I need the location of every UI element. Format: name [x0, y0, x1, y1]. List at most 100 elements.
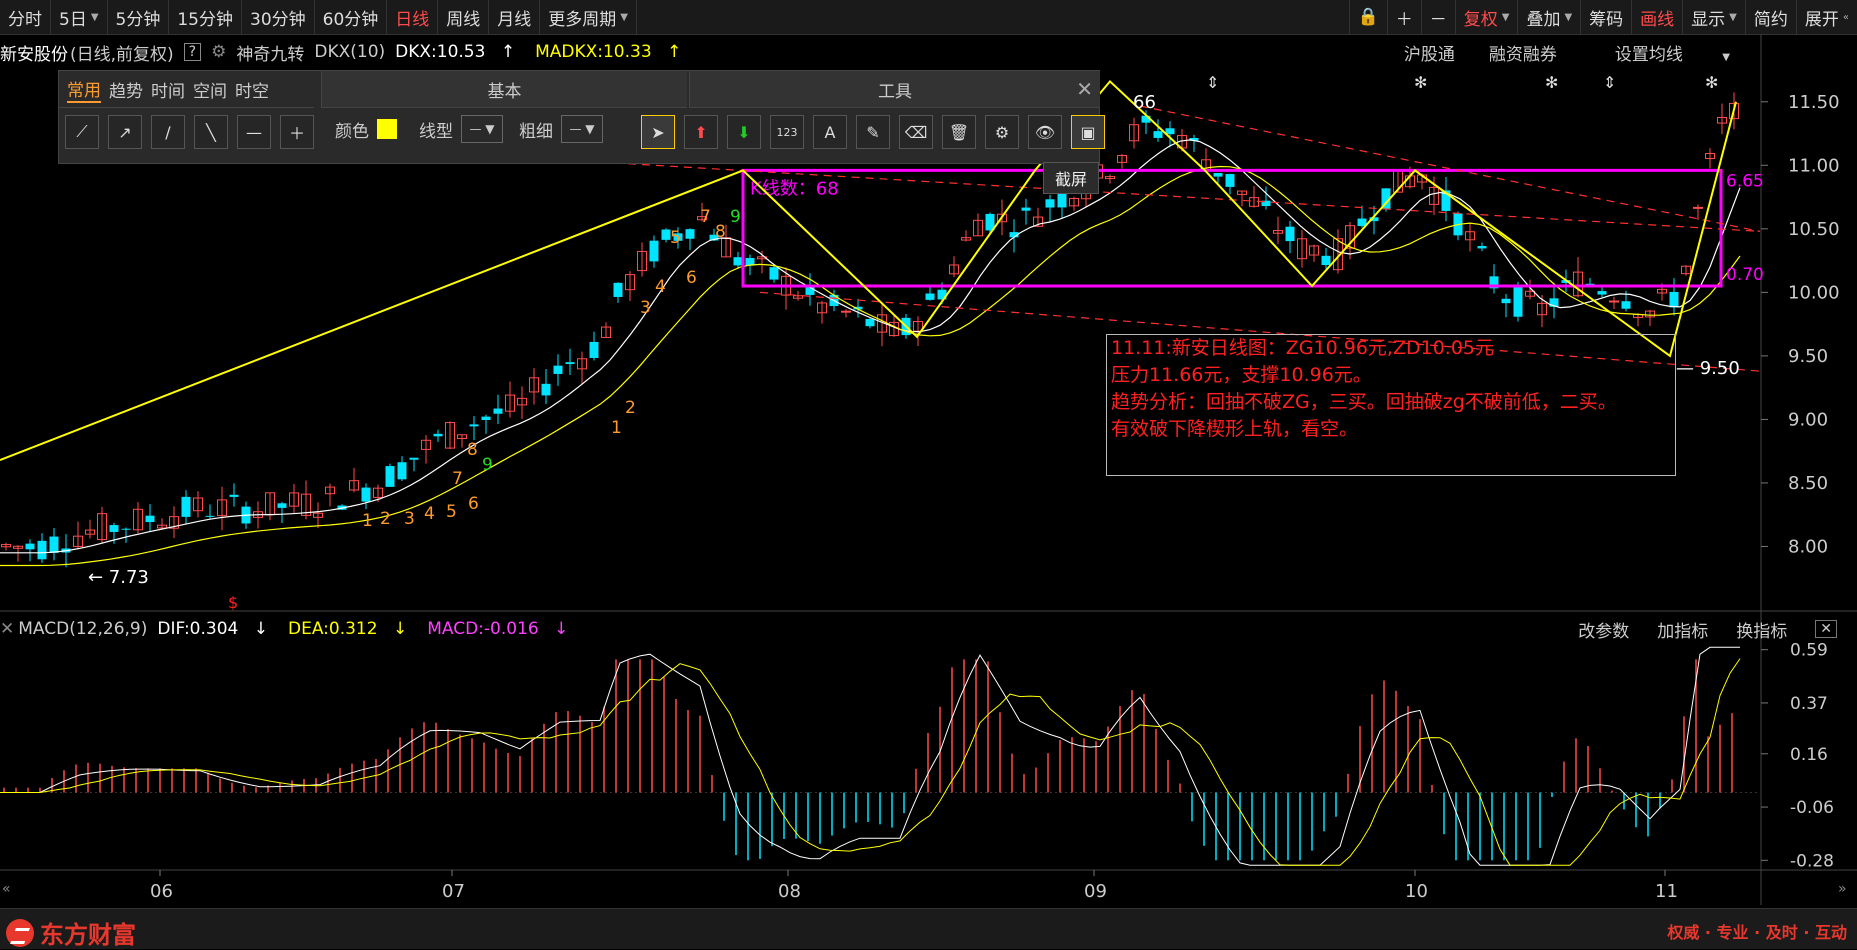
- signal-marker-icon: ⇕: [1206, 73, 1219, 92]
- settings-icon[interactable]: ⚙: [985, 115, 1019, 149]
- scroll-right-icon[interactable]: »: [1838, 881, 1847, 897]
- nine-turn-label: 1: [362, 511, 373, 531]
- candle-body: [1057, 193, 1067, 208]
- signal-marker-icon: ✻: [1705, 73, 1718, 92]
- reverse-line-icon[interactable]: ╲: [194, 115, 228, 149]
- macd-value-text: MACD:-0.016: [427, 619, 539, 639]
- ray-icon[interactable]: ↗: [108, 115, 142, 149]
- brand-name: 东方财富: [40, 921, 136, 949]
- line-type-label: 线型: [419, 121, 453, 142]
- macd-name[interactable]: MACD(12,26,9): [18, 619, 147, 639]
- signal-marker-icon: ✻: [1545, 73, 1558, 92]
- candle-body: [1045, 199, 1055, 208]
- down-arrow-icon[interactable]: ⬇: [727, 115, 761, 149]
- line-icon[interactable]: ∕: [151, 115, 185, 149]
- time-tick-label: 09: [1084, 881, 1107, 902]
- candle-body: [205, 515, 215, 517]
- screenshot-icon[interactable]: ▣: [1071, 115, 1105, 149]
- section-basic: 基本: [321, 71, 687, 108]
- candle-body: [1597, 291, 1607, 295]
- dif-value: DIF:0.304 ↓: [157, 619, 278, 639]
- tab-common[interactable]: 常用: [67, 76, 101, 103]
- candle-body: [865, 319, 875, 327]
- color-swatch[interactable]: [377, 119, 397, 139]
- crosshair-icon[interactable]: ＋: [280, 115, 314, 149]
- candle-body: [1153, 131, 1163, 138]
- candle-body: [397, 462, 407, 480]
- zs-right-label-1: 6.65: [1726, 171, 1764, 191]
- candle-body: [469, 424, 479, 427]
- macd-toggle-icon[interactable]: ✕: [0, 619, 14, 639]
- nine-turn-label: 9: [482, 455, 493, 475]
- horizontal-line-icon[interactable]: —: [237, 115, 271, 149]
- macd-tick-label: 0.37: [1790, 694, 1828, 714]
- note-line-4: 有效破下降楔形上轨，看空。: [1111, 418, 1359, 440]
- up-arrow-icon[interactable]: ⬆: [684, 115, 718, 149]
- cursor-icon[interactable]: ➤: [641, 115, 675, 149]
- dividend-marker-icon: $: [228, 593, 238, 612]
- eraser-icon[interactable]: ⌫: [899, 115, 933, 149]
- line-type-dropdown[interactable]: — ▼: [461, 115, 503, 143]
- brand-slogan: 权威 · 专业 · 及时 · 互动: [1667, 923, 1847, 942]
- scroll-left-icon[interactable]: «: [2, 881, 11, 897]
- nine-turn-label: 6: [468, 494, 479, 514]
- text-icon[interactable]: A: [813, 115, 847, 149]
- macd-tick-label: 0.16: [1790, 745, 1828, 765]
- low-label-2: — 9.50: [1676, 358, 1740, 379]
- candle-body: [589, 341, 599, 358]
- candle-body: [277, 503, 287, 508]
- time-tick-label: 11: [1655, 881, 1678, 902]
- nine-turn-label: 1: [611, 418, 622, 438]
- number-icon[interactable]: 123: [770, 115, 804, 149]
- add-indicator-link[interactable]: 加指标: [1657, 617, 1708, 642]
- change-params-link[interactable]: 改参数: [1578, 617, 1629, 642]
- candle-body: [1285, 226, 1295, 242]
- macd-tick-label: -0.06: [1790, 798, 1834, 818]
- note-line-1: 11.11:新安日线图：ZG10.96元,ZD10.05元: [1111, 337, 1495, 359]
- candle-body: [565, 362, 575, 365]
- nine-turn-label: 2: [625, 398, 636, 418]
- candle-body: [1213, 172, 1223, 177]
- price-tick-label: 9.50: [1788, 346, 1828, 367]
- eye-icon[interactable]: 👁: [1028, 115, 1062, 149]
- color-label: 颜色: [335, 121, 369, 142]
- candle-body: [481, 416, 491, 420]
- macd-info-bar: ✕ MACD(12,26,9) DIF:0.304 ↓ DEA:0.312 ↓ …: [0, 612, 1857, 646]
- zs-box: [741, 168, 1723, 288]
- tab-trend[interactable]: 趋势: [109, 77, 143, 102]
- line-segment-icon[interactable]: ⟋: [65, 115, 99, 149]
- close-icon[interactable]: ✕: [1076, 77, 1093, 101]
- close-icon[interactable]: ✕: [1815, 620, 1837, 638]
- time-tick-label: 07: [442, 881, 465, 902]
- arrow-down-icon: ↓: [253, 619, 268, 639]
- candle-body: [1669, 291, 1679, 308]
- nine-turn-label: 2: [380, 509, 391, 529]
- tab-spacetime[interactable]: 时空: [235, 77, 269, 102]
- candle-body: [385, 466, 395, 487]
- draw-tabs: 常用 趋势 时间 空间 时空: [59, 71, 314, 108]
- candle-body: [229, 494, 239, 497]
- candle-body: [109, 525, 119, 532]
- switch-indicator-link[interactable]: 换指标: [1736, 617, 1787, 642]
- ruler-icon[interactable]: ✎: [856, 115, 890, 149]
- nine-turn-label: 6: [686, 268, 697, 288]
- price-tick-label: 11.00: [1788, 155, 1840, 176]
- candle-body: [1321, 255, 1331, 266]
- arrow-down-icon: ↓: [392, 619, 408, 639]
- thickness-dropdown[interactable]: — ▼: [561, 115, 603, 143]
- tab-space[interactable]: 空间: [193, 77, 227, 102]
- candle-body: [121, 528, 131, 530]
- signal-marker-icon: ⇕: [1603, 73, 1616, 92]
- nine-turn-label: 3: [404, 509, 415, 529]
- arrow-down-icon: ↓: [554, 619, 569, 639]
- channel-line-top: [1139, 105, 1761, 232]
- tab-time[interactable]: 时间: [151, 77, 185, 102]
- section-tools: 工具: [689, 71, 1100, 108]
- candle-body: [181, 496, 191, 517]
- nine-turn-label: 4: [424, 504, 435, 524]
- trash-icon[interactable]: 🗑: [942, 115, 976, 149]
- candle-body: [1513, 286, 1523, 317]
- candle-body: [685, 229, 695, 239]
- candle-body: [649, 240, 659, 262]
- candle-body: [841, 310, 851, 313]
